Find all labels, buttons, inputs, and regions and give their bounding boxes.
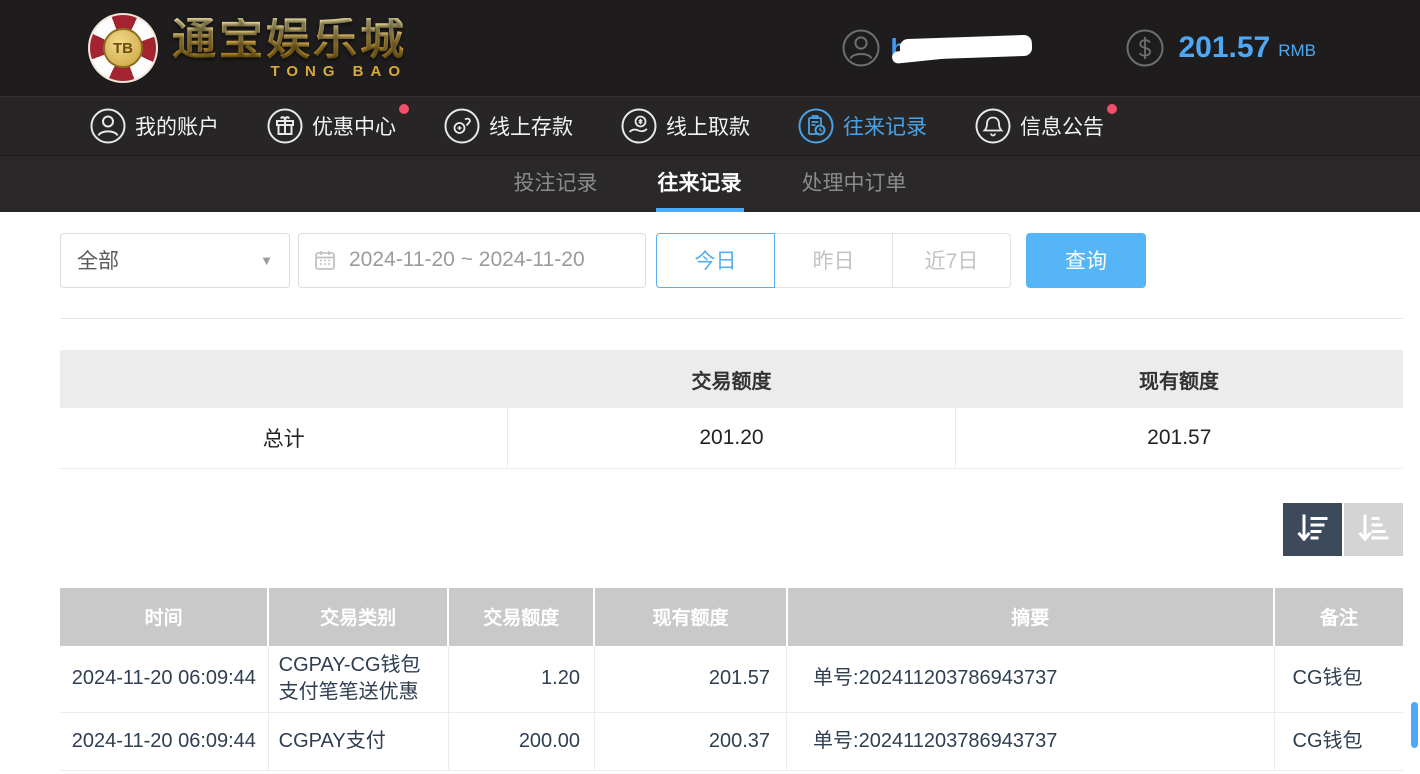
query-button[interactable]: 查询	[1026, 232, 1146, 288]
username-redacted: b	[890, 29, 1040, 67]
summary-transaction-amount: 201.20	[507, 408, 956, 469]
type-select[interactable]: 全部 ▼	[60, 232, 290, 288]
table-row: 2024-11-20 06:09:44 CGPAY-CG钱包支付笔笔送优惠 1.…	[60, 645, 1403, 713]
summary-table: 交易额度 现有额度 总计 201.20 201.57	[60, 350, 1403, 469]
summary-total-row: 总计 201.20 201.57	[60, 408, 1403, 469]
cell-summary: 单号:202411203786943737	[786, 712, 1275, 771]
col-amount: 交易额度	[447, 587, 595, 646]
top-header: TB 通宝娱乐城 TONG BAO b 201.57 RMB	[0, 0, 1420, 96]
balance-display[interactable]: 201.57 RMB	[1126, 29, 1316, 67]
nav-item-deposit[interactable]: 线上存款	[444, 108, 573, 144]
notification-badge	[399, 104, 409, 114]
cell-balance: 201.57	[593, 645, 787, 713]
nav-label: 线上存款	[489, 116, 573, 139]
cell-type: CGPAY-CG钱包支付笔笔送优惠	[267, 645, 449, 713]
bell-icon	[975, 108, 1011, 144]
cell-amount: 200.00	[447, 712, 595, 771]
sort-controls	[60, 502, 1403, 556]
dollar-coin-icon	[1126, 29, 1164, 67]
user-icon	[842, 29, 880, 67]
summary-col-current-balance: 现有额度	[955, 350, 1403, 408]
cell-summary: 单号:202411203786943737	[786, 645, 1275, 713]
cell-remark: CG钱包	[1273, 645, 1403, 713]
summary-current-balance: 201.57	[954, 408, 1403, 469]
col-summary: 摘要	[785, 587, 1275, 646]
date-range-input[interactable]: 2024-11-20 ~ 2024-11-20	[298, 232, 646, 288]
col-type: 交易类别	[267, 587, 449, 646]
nav-item-records[interactable]: 往来记录	[798, 108, 927, 144]
section-divider	[60, 318, 1403, 319]
records-clipboard-icon	[798, 108, 834, 144]
filter-bar: 全部 ▼ 2024-11-20 ~ 2024-11-20 今日 昨日 近7日 查…	[60, 232, 1403, 288]
cell-remark: CG钱包	[1273, 712, 1403, 771]
range-last7-button[interactable]: 近7日	[892, 232, 1011, 288]
nav-item-promotions[interactable]: 优惠中心	[267, 104, 409, 144]
table-header-row: 时间 交易类别 交易额度 现有额度 摘要 备注	[60, 587, 1403, 646]
chevron-down-icon: ▼	[260, 252, 273, 268]
balance-currency: RMB	[1278, 41, 1316, 60]
nav-item-announcements[interactable]: 信息公告	[975, 104, 1117, 144]
col-remark: 备注	[1273, 587, 1403, 646]
col-balance: 现有额度	[593, 587, 787, 646]
summary-total-label: 总计	[60, 408, 508, 469]
user-account[interactable]: b	[842, 29, 1040, 67]
site-title: 通宝娱乐城	[172, 13, 407, 65]
type-select-value: 全部	[77, 250, 119, 273]
col-time: 时间	[60, 587, 269, 646]
table-row: 2024-11-20 06:09:44 CGPAY支付 200.00 200.3…	[60, 712, 1403, 771]
withdraw-hand-coin-icon	[621, 108, 657, 144]
sort-ascending-button[interactable]	[1344, 502, 1403, 556]
quick-range-group: 今日 昨日 近7日	[656, 232, 1011, 288]
tab-pending-orders[interactable]: 处理中订单	[800, 156, 909, 212]
deposit-hand-coin-icon	[444, 108, 480, 144]
nav-item-withdraw[interactable]: 线上取款	[621, 108, 750, 144]
nav-label: 我的账户	[135, 116, 219, 139]
nav-label: 线上取款	[666, 116, 750, 139]
notification-badge	[1107, 104, 1117, 114]
range-today-button[interactable]: 今日	[656, 232, 775, 288]
gift-icon	[267, 108, 303, 144]
cell-time: 2024-11-20 06:09:44	[60, 645, 269, 713]
main-navigation: 我的账户 优惠中心 线上存款 线上取款 往来记录 信息公告	[0, 96, 1420, 155]
calendar-icon	[315, 251, 335, 270]
record-tabs: 投注记录 往来记录 处理中订单	[0, 155, 1420, 212]
user-circle-icon	[90, 108, 126, 144]
nav-item-my-account[interactable]: 我的账户	[90, 108, 219, 144]
transactions-table: 时间 交易类别 交易额度 现有额度 摘要 备注 2024-11-20 06:09…	[60, 587, 1403, 771]
cell-type: CGPAY支付	[267, 712, 449, 771]
nav-label: 往来记录	[843, 116, 927, 139]
cell-time: 2024-11-20 06:09:44	[60, 712, 269, 771]
site-subtitle: TONG BAO	[270, 62, 407, 80]
sort-descending-button[interactable]	[1283, 502, 1342, 556]
nav-label: 优惠中心	[312, 116, 396, 139]
summary-col-transaction-amount: 交易额度	[507, 350, 956, 408]
cell-amount: 1.20	[447, 645, 595, 713]
balance-amount: 201.57	[1178, 31, 1271, 64]
main-content: 全部 ▼ 2024-11-20 ~ 2024-11-20 今日 昨日 近7日 查…	[0, 212, 1420, 771]
cell-balance: 200.37	[593, 712, 787, 771]
tab-betting-records[interactable]: 投注记录	[512, 156, 600, 212]
date-range-value: 2024-11-20 ~ 2024-11-20	[349, 248, 585, 271]
nav-label: 信息公告	[1020, 116, 1104, 139]
summary-col-blank	[60, 350, 508, 408]
site-logo[interactable]: TB 通宝娱乐城 TONG BAO	[88, 13, 407, 83]
casino-chip-icon: TB	[88, 13, 158, 83]
chip-monogram: TB	[103, 28, 143, 68]
tab-transaction-records[interactable]: 往来记录	[655, 156, 744, 212]
range-yesterday-button[interactable]: 昨日	[774, 232, 893, 288]
vertical-scrollbar-thumb[interactable]	[1411, 702, 1418, 748]
